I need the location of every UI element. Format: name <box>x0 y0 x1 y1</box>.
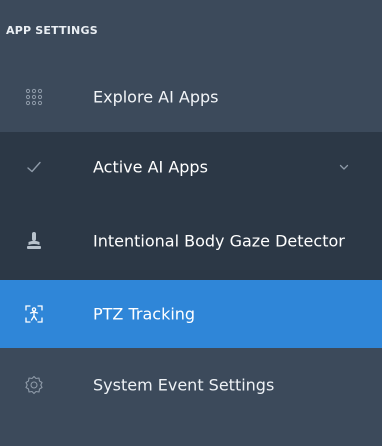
gear-icon <box>24 375 44 395</box>
sidebar-item-label: System Event Settings <box>93 375 275 395</box>
sidebar-item-explore-ai-apps[interactable]: Explore AI Apps <box>0 62 382 132</box>
sidebar-item-label: Explore AI Apps <box>93 87 219 107</box>
person-pin-icon <box>24 231 44 251</box>
chevron-down-icon[interactable] <box>337 160 351 174</box>
section-title: APP SETTINGS <box>6 24 98 37</box>
sidebar-item-system-event-settings[interactable]: System Event Settings <box>0 348 382 422</box>
sidebar-item-intentional-body-gaze-detector[interactable]: Intentional Body Gaze Detector <box>0 202 382 280</box>
grid-dots-icon <box>24 87 44 107</box>
sidebar-item-label: PTZ Tracking <box>93 304 196 324</box>
sidebar-item-ptz-tracking[interactable]: PTZ Tracking <box>0 280 382 348</box>
sidebar-item-active-ai-apps[interactable]: Active AI Apps <box>0 132 382 202</box>
sidebar-item-label: Active AI Apps <box>93 157 208 177</box>
check-icon <box>24 157 44 177</box>
tracking-person-icon <box>24 304 44 324</box>
app-settings-sidebar: APP SETTINGS Explore AI Apps Active AI A… <box>0 0 382 446</box>
sidebar-item-label: Intentional Body Gaze Detector <box>93 231 345 251</box>
